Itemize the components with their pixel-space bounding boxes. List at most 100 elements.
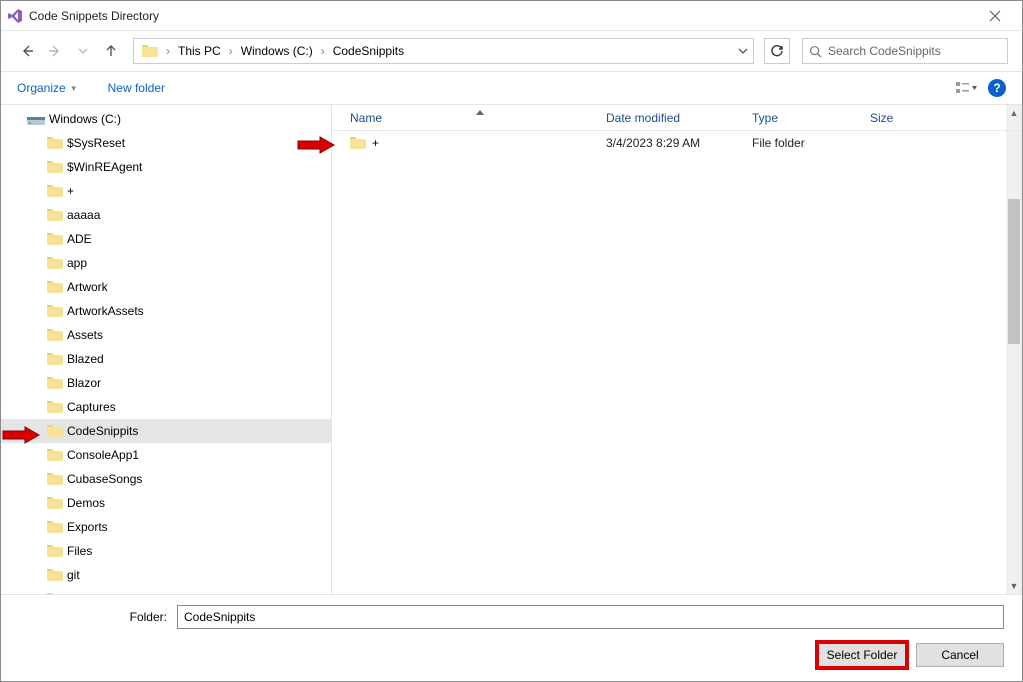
visual-studio-icon [7,8,23,24]
tree-item[interactable]: Files [1,539,331,563]
tree-item[interactable]: aaaaa [1,203,331,227]
view-options-button[interactable] [950,77,982,99]
breadcrumb[interactable]: › This PC › Windows (C:) › CodeSnippits [133,38,754,64]
tree-item[interactable]: inetpub [1,587,331,594]
breadcrumb-item[interactable]: Windows (C:) [237,44,317,58]
column-size[interactable]: Size [870,111,1022,125]
folder-icon [47,160,63,174]
tree-item-label: Captures [67,400,116,414]
tree-item-label: Windows (C:) [49,112,121,126]
close-button[interactable] [974,2,1016,30]
tree-item-label: inetpub [67,592,106,594]
file-list[interactable]: +3/4/2023 8:29 AMFile folder [332,131,1022,594]
back-button[interactable] [15,39,39,63]
tree-item-label: ConsoleApp1 [67,448,139,462]
refresh-button[interactable] [764,38,790,64]
tree-item[interactable]: git [1,563,331,587]
folder-tree[interactable]: Windows (C:) $SysReset $WinREAgent + aaaaa A… [1,105,331,594]
tree-item-label: Files [67,544,92,558]
tree-item-label: Artwork [67,280,108,294]
folder-icon [47,568,63,582]
tree-item-drive[interactable]: Windows (C:) [1,107,331,131]
select-folder-button[interactable]: Select Folder [818,643,906,667]
tree-item[interactable]: Artwork [1,275,331,299]
tree-item-label: app [67,256,87,270]
folder-icon [47,448,63,462]
column-name[interactable]: Name [350,111,606,125]
tree-item[interactable]: Assets [1,323,331,347]
code-snippets-directory-dialog: Code Snippets Directory › This PC › Wind… [0,0,1023,682]
folder-icon [47,256,63,270]
tree-item[interactable]: Captures [1,395,331,419]
breadcrumb-item[interactable]: This PC [174,44,225,58]
folder-icon [47,472,63,486]
tree-item[interactable]: Exports [1,515,331,539]
tree-item[interactable]: Demos [1,491,331,515]
folder-icon [47,400,63,414]
file-name: + [372,136,379,150]
folder-icon [47,592,63,594]
tree-item[interactable]: ConsoleApp1 [1,443,331,467]
folder-icon [47,184,63,198]
tree-item[interactable]: app [1,251,331,275]
tree-item-label: git [67,568,80,582]
tree-item-label: CodeSnippits [67,424,138,438]
tree-item-label: ADE [67,232,92,246]
breadcrumb-separator: › [317,44,329,58]
tree-item-label: $SysReset [67,136,125,150]
recent-locations-button[interactable] [71,39,95,63]
tree-item[interactable]: CubaseSongs [1,467,331,491]
cancel-button[interactable]: Cancel [916,643,1004,667]
navbar: › This PC › Windows (C:) › CodeSnippits [1,31,1022,71]
tree-item[interactable]: Blazor [1,371,331,395]
search-box[interactable] [802,38,1008,64]
breadcrumb-item[interactable]: CodeSnippits [329,44,408,58]
tree-item-label: Assets [67,328,103,342]
tree-item-label: + [67,184,74,198]
forward-button[interactable] [43,39,67,63]
breadcrumb-separator: › [162,44,174,58]
sort-ascending-icon [476,110,484,115]
tree-item[interactable]: ADE [1,227,331,251]
tree-item[interactable]: $WinREAgent [1,155,331,179]
folder-icon [47,304,63,318]
up-button[interactable] [99,39,123,63]
breadcrumb-separator: › [225,44,237,58]
tree-item-label: CubaseSongs [67,472,142,486]
dialog-footer: Folder: Select Folder Cancel [1,594,1022,681]
folder-icon [350,136,366,150]
column-headers: Name Date modified Type Size [332,105,1022,131]
organize-menu[interactable]: Organize ▼ [17,81,78,95]
folder-icon [47,328,63,342]
search-input[interactable] [828,44,1001,58]
tree-item-label: ArtworkAssets [67,304,144,318]
help-button[interactable]: ? [988,79,1006,97]
drive-icon [27,112,45,126]
new-folder-button[interactable]: New folder [108,81,165,95]
tree-item-label: Demos [67,496,105,510]
dialog-title: Code Snippets Directory [29,9,159,23]
file-date: 3/4/2023 8:29 AM [606,136,752,150]
tree-item[interactable]: Blazed [1,347,331,371]
tree-item-label: $WinREAgent [67,160,142,174]
column-type[interactable]: Type [752,111,870,125]
folder-icon [47,352,63,366]
tree-item[interactable]: $SysReset [1,131,331,155]
folder-input[interactable] [177,605,1004,629]
folder-label: Folder: [19,610,167,624]
tree-item[interactable]: CodeSnippits [1,419,331,443]
folder-icon [47,544,63,558]
folder-icon [47,208,63,222]
tree-item[interactable]: + [1,179,331,203]
folder-icon [47,424,63,438]
tree-item[interactable]: ArtworkAssets [1,299,331,323]
column-date-modified[interactable]: Date modified [606,111,752,125]
folder-icon [47,232,63,246]
file-row[interactable]: +3/4/2023 8:29 AMFile folder [332,131,1022,155]
folder-icon [47,520,63,534]
tree-item-label: Blazed [67,352,104,366]
breadcrumb-dropdown[interactable] [731,39,753,63]
folder-icon [47,376,63,390]
dialog-body: Windows (C:) $SysReset $WinREAgent + aaaaa A… [1,105,1022,594]
tree-item-label: aaaaa [67,208,100,222]
